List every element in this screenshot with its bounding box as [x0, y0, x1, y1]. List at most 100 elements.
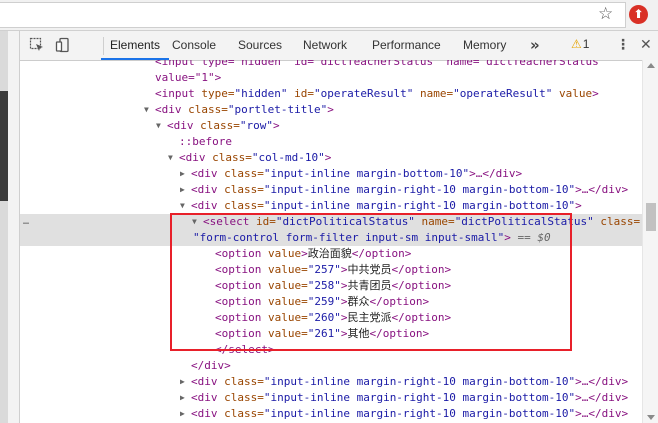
- option-node-line[interactable]: <option value="259">群众</option>: [215, 294, 642, 310]
- option-text: 政治面貌: [307, 247, 352, 260]
- tag-open: <div: [191, 407, 218, 420]
- scroll-up-icon[interactable]: [647, 63, 655, 68]
- attr-name: id=: [287, 87, 314, 100]
- attr-name: name=: [414, 215, 455, 228]
- vertical-scrollbar[interactable]: [642, 60, 658, 423]
- tag-open: <div: [155, 103, 182, 116]
- tag-close: >: [592, 87, 599, 100]
- dom-node-line[interactable]: ▼ <div class="input-inline margin-right-1…: [180, 198, 642, 214]
- star-icon[interactable]: ☆: [598, 4, 613, 24]
- inspect-element-icon[interactable]: [29, 37, 45, 53]
- scrollbar-thumb[interactable]: [646, 203, 656, 231]
- attr-value: "input-inline margin-right-10 margin-bot…: [263, 199, 576, 212]
- dom-node-line[interactable]: ▶ <div class="input-inline margin-bottom-…: [180, 166, 642, 182]
- collapse-triangle-icon[interactable]: ▼: [168, 150, 173, 166]
- page-edge: [0, 31, 8, 423]
- attr-name: class=: [193, 119, 240, 132]
- pseudo-element: ::before: [179, 135, 232, 148]
- tab-console[interactable]: Console: [172, 31, 216, 60]
- tag-close: </div>: [191, 359, 231, 372]
- tag-close: >…</div>: [575, 183, 629, 196]
- tag-close: >: [504, 231, 511, 244]
- dom-node-line[interactable]: </div>: [191, 358, 642, 374]
- attr-value: "260": [307, 311, 341, 324]
- collapse-triangle-icon[interactable]: ▼: [192, 214, 197, 230]
- dom-node-line[interactable]: ▶ <div class="input-inline margin-right-1…: [180, 182, 642, 198]
- option-node-line[interactable]: <option value>政治面貌</option>: [215, 246, 642, 262]
- attr-value: "261": [307, 327, 341, 340]
- devtools-panel: Elements Console Sources Network Perform…: [19, 31, 658, 423]
- expand-triangle-icon[interactable]: ▶: [180, 166, 185, 182]
- page-edge-dark: [0, 91, 8, 201]
- option-text: 其他: [347, 327, 370, 340]
- tag-close: >…</div>: [575, 391, 629, 404]
- attr-name: class=: [217, 375, 264, 388]
- close-devtools-icon[interactable]: ✕: [640, 36, 652, 54]
- option-text: 民主党派: [347, 311, 392, 324]
- more-tabs-icon[interactable]: »: [530, 31, 540, 60]
- dom-node-line[interactable]: ::before: [179, 134, 642, 150]
- expand-triangle-icon[interactable]: ▶: [180, 374, 185, 390]
- node-text: value="1">: [155, 71, 222, 84]
- attr-value: "dictPoliticalStatus": [454, 215, 594, 228]
- collapse-triangle-icon[interactable]: ▼: [180, 198, 185, 214]
- address-bar[interactable]: [0, 2, 626, 28]
- tag-end: </option>: [391, 311, 452, 324]
- tab-performance[interactable]: Performance: [372, 31, 441, 60]
- option-node-line[interactable]: <option value="257">中共党员</option>: [215, 262, 642, 278]
- attr-name: value=: [261, 311, 308, 324]
- tag-open: <div: [191, 183, 218, 196]
- attr-value: "portlet-title": [227, 103, 328, 116]
- dom-node-line[interactable]: value="1">: [155, 70, 642, 86]
- gutter: [8, 31, 19, 423]
- attr-name: class=: [217, 391, 264, 404]
- dom-node-line[interactable]: ▼ <div class="col-md-10">: [168, 150, 642, 166]
- collapse-triangle-icon[interactable]: ▼: [156, 118, 161, 134]
- expand-triangle-icon[interactable]: ▶: [180, 406, 185, 422]
- attr-name: value=: [261, 279, 308, 292]
- attr-name: value=: [261, 263, 308, 276]
- attr-value: "input-inline margin-right-10 margin-bot…: [263, 391, 576, 404]
- tag-end: </option>: [391, 263, 452, 276]
- option-node-line[interactable]: <option value="261">其他</option>: [215, 326, 642, 342]
- device-toolbar-icon[interactable]: [55, 37, 71, 53]
- dom-node-line[interactable]: ▼ <div class="portlet-title">: [144, 102, 642, 118]
- tab-sources[interactable]: Sources: [238, 31, 282, 60]
- attr-value: "257": [307, 263, 341, 276]
- expand-triangle-icon[interactable]: ▶: [180, 390, 185, 406]
- attr-value: "258": [307, 279, 341, 292]
- customize-menu-icon[interactable]: ⋮: [616, 36, 630, 54]
- dom-node-line[interactable]: <input type="hidden" id="operateResult" …: [155, 86, 642, 102]
- attr-name: value: [552, 87, 593, 100]
- tag-end: </option>: [369, 295, 430, 308]
- tag-end: </option>: [369, 327, 430, 340]
- dom-node-line[interactable]: ▶ <div class="input-inline margin-right-1…: [180, 374, 642, 390]
- attr-name: value=: [261, 295, 308, 308]
- extension-icon[interactable]: ⬆: [629, 5, 648, 24]
- dom-node-line[interactable]: ▼ <div class="row">: [156, 118, 642, 134]
- attr-value: "input-inline margin-bottom-10": [263, 167, 470, 180]
- tag-open: <div: [179, 151, 206, 164]
- attr-value: "operateResult": [453, 87, 553, 100]
- option-node-line[interactable]: <option value="260">民主党派</option>: [215, 310, 642, 326]
- node-actions-icon[interactable]: …: [23, 214, 29, 230]
- scroll-down-icon[interactable]: [647, 415, 655, 420]
- tag-close: >…</div>: [469, 167, 523, 180]
- expand-triangle-icon[interactable]: ▶: [180, 182, 185, 198]
- attr-value: "input-inline margin-right-10 margin-bot…: [263, 183, 576, 196]
- dom-node-line[interactable]: ▶ <div class="input-inline margin-right-1…: [180, 406, 642, 422]
- tab-network[interactable]: Network: [303, 31, 347, 60]
- tag-open: <div: [191, 199, 218, 212]
- attr-value: "input-inline margin-right-10 margin-bot…: [263, 407, 576, 420]
- tab-memory[interactable]: Memory: [463, 31, 506, 60]
- dom-node-line[interactable]: ▼ <select id="dictPoliticalStatus" name="…: [192, 214, 642, 230]
- collapse-triangle-icon[interactable]: ▼: [144, 102, 149, 118]
- option-node-line[interactable]: <option value="258">共青团员</option>: [215, 278, 642, 294]
- tab-elements[interactable]: Elements: [101, 31, 169, 60]
- dom-node-line[interactable]: "form-control form-filter input-sm input…: [193, 230, 642, 246]
- dom-node-line[interactable]: <input type="hidden" id="dictTeacherStat…: [155, 60, 642, 70]
- dom-node-line[interactable]: </select>: [215, 342, 642, 358]
- tag-open: <option: [215, 327, 262, 340]
- warning-counter[interactable]: ⚠1: [571, 37, 589, 51]
- dom-node-line[interactable]: ▶ <div class="input-inline margin-right-1…: [180, 390, 642, 406]
